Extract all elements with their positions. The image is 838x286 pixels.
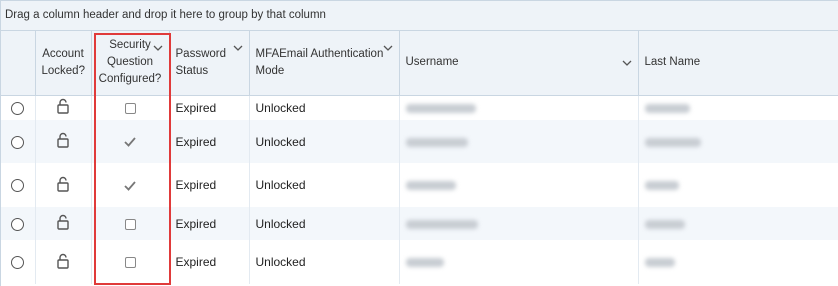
data-grid: Drag a column header and drop it here to… bbox=[0, 0, 838, 286]
table-row[interactable]: Expired Unlocked bbox=[1, 95, 838, 120]
password-status-cell: Expired bbox=[169, 163, 250, 207]
mfa-mode-cell: Unlocked bbox=[249, 163, 400, 207]
header-password-status-label: Password Status bbox=[175, 47, 227, 77]
chevron-down-icon[interactable] bbox=[153, 43, 163, 53]
security-question-checkbox[interactable] bbox=[124, 218, 136, 230]
last-name-cell bbox=[638, 120, 838, 163]
header-row: Account Locked? Security Question Config… bbox=[1, 31, 838, 96]
username-cell bbox=[399, 120, 639, 163]
header-account-locked[interactable]: Account Locked? bbox=[35, 31, 92, 96]
table-row[interactable]: Expired Unlocked bbox=[1, 240, 838, 284]
table-row[interactable]: Expired Unlocked bbox=[1, 207, 838, 240]
header-username[interactable]: Username bbox=[399, 31, 639, 96]
username-cell bbox=[399, 240, 639, 284]
username-cell bbox=[399, 95, 639, 120]
username-cell bbox=[399, 207, 639, 240]
last-name-cell bbox=[638, 163, 838, 207]
unlocked-padlock-icon bbox=[57, 253, 69, 269]
chevron-down-icon[interactable] bbox=[622, 58, 632, 68]
header-mfa-email-label: MFAEmail Authentication Mode bbox=[255, 47, 384, 77]
last-name-cell bbox=[638, 240, 838, 284]
last-name-cell bbox=[638, 95, 838, 120]
header-select bbox=[1, 31, 36, 96]
header-last-name-label: Last Name bbox=[644, 56, 701, 69]
unlocked-padlock-icon bbox=[57, 214, 69, 230]
unlocked-padlock-icon bbox=[57, 176, 69, 192]
row-select-radio[interactable] bbox=[11, 256, 25, 270]
checkmark-icon bbox=[124, 181, 136, 191]
mfa-mode-cell: Unlocked bbox=[249, 120, 400, 163]
header-mfa-email[interactable]: MFAEmail Authentication Mode bbox=[249, 31, 400, 96]
group-by-drop-zone[interactable]: Drag a column header and drop it here to… bbox=[1, 0, 838, 31]
last-name-cell bbox=[638, 207, 838, 240]
row-select-radio[interactable] bbox=[11, 101, 25, 115]
table-row[interactable]: Expired Unlocked bbox=[1, 163, 838, 207]
header-security-question[interactable]: Security Question Configured? bbox=[91, 31, 170, 96]
security-question-checkbox[interactable] bbox=[124, 257, 136, 269]
username-cell bbox=[399, 163, 639, 207]
header-last-name[interactable]: Last Name bbox=[638, 31, 838, 96]
unlocked-padlock-icon bbox=[57, 99, 69, 114]
password-status-cell: Expired bbox=[169, 207, 250, 240]
chevron-down-icon[interactable] bbox=[233, 43, 243, 53]
row-select-radio[interactable] bbox=[11, 217, 25, 231]
header-account-locked-label: Account Locked? bbox=[41, 47, 85, 77]
group-by-hint: Drag a column header and drop it here to… bbox=[5, 9, 326, 21]
checkmark-icon bbox=[124, 137, 136, 148]
table-row[interactable]: Expired Unlocked bbox=[1, 120, 838, 163]
unlocked-padlock-icon bbox=[57, 132, 69, 148]
mfa-mode-cell: Unlocked bbox=[249, 240, 400, 284]
header-username-label: Username bbox=[405, 56, 459, 69]
row-select-radio[interactable] bbox=[11, 179, 25, 193]
header-password-status[interactable]: Password Status bbox=[169, 31, 250, 96]
security-question-checkbox[interactable] bbox=[124, 103, 136, 115]
chevron-down-icon[interactable] bbox=[383, 43, 393, 53]
password-status-cell: Expired bbox=[169, 240, 250, 284]
mfa-mode-cell: Unlocked bbox=[249, 95, 400, 120]
password-status-cell: Expired bbox=[169, 95, 250, 120]
row-select-radio[interactable] bbox=[11, 135, 25, 149]
mfa-mode-cell: Unlocked bbox=[249, 207, 400, 240]
password-status-cell: Expired bbox=[169, 120, 250, 163]
grid-table: Account Locked? Security Question Config… bbox=[1, 31, 838, 284]
